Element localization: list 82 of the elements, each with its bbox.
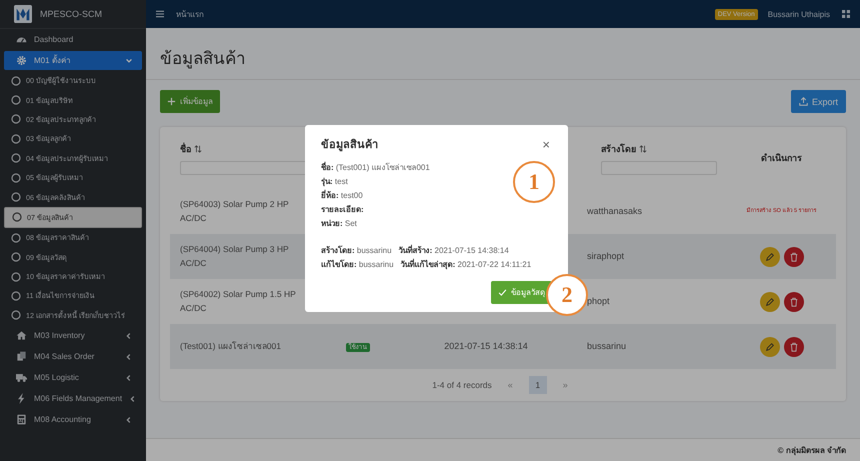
circle-icon — [11, 252, 21, 262]
column-header[interactable]: ชื่อ — [180, 142, 310, 156]
brand-name: MPESCO-SCM — [40, 9, 102, 19]
delete-button[interactable] — [784, 336, 804, 356]
bolt-icon — [16, 393, 27, 404]
breadcrumb-link[interactable]: หน้าแรก — [176, 8, 204, 20]
detail-line: ชื่อ: (Test001) แผงโซล่าเซล001 — [321, 161, 430, 174]
page-button[interactable]: 1 — [528, 376, 547, 394]
circle-icon — [11, 153, 21, 164]
home-icon — [16, 330, 27, 342]
sort-icon[interactable] — [639, 144, 647, 152]
table-cell: (SP64002) Solar Pump 1.5 HP AC/DC — [180, 288, 296, 312]
trash-icon — [788, 296, 798, 306]
circle-icon — [11, 272, 21, 282]
next-page-button[interactable]: » — [556, 379, 574, 391]
pencil-icon — [764, 252, 774, 262]
circle-icon — [11, 290, 21, 301]
sort-icon[interactable] — [194, 144, 202, 152]
circle-icon — [11, 310, 21, 320]
circle-icon — [11, 192, 21, 202]
step-marker: 1 — [513, 161, 555, 203]
circle-icon — [11, 95, 21, 106]
calculator-icon — [16, 414, 27, 426]
menu-icon[interactable] — [156, 10, 164, 18]
detail-line: หน่วย: Set — [321, 218, 357, 230]
gear-icon — [16, 55, 27, 66]
materials-button[interactable]: ข้อมูลวัสดุ — [491, 281, 552, 304]
previous-page-button[interactable]: « — [502, 379, 519, 391]
table-cell: 2021-07-15 14:38:14 — [444, 341, 528, 352]
detail-line: รายละเอียด: — [321, 204, 364, 216]
circle-icon — [11, 172, 21, 183]
circle-icon — [11, 232, 21, 243]
delete-button[interactable] — [784, 292, 804, 312]
truck-icon — [16, 372, 27, 384]
nav-item[interactable]: M06 Fields Management — [4, 389, 142, 408]
table-cell: (SP64003) Solar Pump 2 HP AC/DC — [180, 198, 289, 222]
detail-line: สร้างโดย: bussarinu — [321, 244, 392, 257]
detail-line: แก้ไขโดย: bussarinu — [321, 258, 394, 271]
table-cell: phopt — [587, 296, 610, 306]
table-cell: siraphopt — [587, 251, 624, 262]
detail-line: วันที่แก้ไขล่าสุด: 2021-07-22 14:11:21 — [400, 258, 532, 271]
edit-button[interactable] — [760, 336, 780, 356]
trash-icon — [788, 252, 798, 262]
plus-icon — [167, 97, 176, 106]
edit-button[interactable] — [760, 246, 780, 266]
records-summary: 1-4 of 4 records — [432, 380, 492, 390]
nav-item[interactable]: M05 Logistic — [4, 368, 142, 388]
table-cell: bussarinu — [587, 341, 626, 352]
dialog-title: ข้อมูลสินค้า — [321, 138, 378, 153]
edit-button[interactable] — [760, 292, 780, 312]
check-icon — [498, 288, 507, 297]
detail-line: รุ่น: test — [321, 176, 348, 188]
circle-icon — [11, 114, 21, 124]
pencil-icon — [764, 342, 774, 352]
table-cell: watthanasaks — [587, 206, 642, 216]
circle-icon — [11, 134, 21, 144]
circle-icon — [12, 212, 22, 222]
grid-icon[interactable] — [842, 10, 850, 18]
trash-icon — [788, 342, 798, 352]
delete-button[interactable] — [784, 246, 804, 266]
close-button[interactable]: × — [540, 138, 552, 150]
nav-item[interactable]: M04 Sales Order — [4, 347, 142, 366]
nav-item[interactable]: M01 ตั้งค่า — [4, 51, 142, 70]
nav-item[interactable]: M08 Accounting — [4, 410, 142, 430]
table-cell: (Test001) แผงโซล่าเซล001 — [180, 340, 281, 351]
copyright-text: © กลุ่มมิตรผล จำกัด — [778, 444, 846, 456]
page-title: ข้อมูลสินค้า — [146, 28, 860, 80]
logo-icon — [14, 5, 32, 23]
circle-icon — [11, 76, 21, 86]
detail-line: วันที่สร้าง: 2021-07-15 14:38:14 — [398, 244, 509, 257]
pencil-icon — [764, 296, 774, 306]
add-button[interactable]: เพิ่มข้อมูล — [160, 90, 220, 113]
column-header[interactable]: สร้างโดย — [601, 142, 717, 156]
nav-item[interactable]: Dashboard — [4, 30, 142, 49]
column-header: ดำเนินการ — [761, 152, 802, 165]
detail-line: ยี่ห้อ: test00 — [321, 189, 363, 202]
nav-item[interactable]: M03 Inventory — [4, 326, 142, 346]
upload-icon — [798, 97, 808, 106]
export-button[interactable]: Export — [790, 90, 846, 113]
table-cell: (SP64004) Solar Pump 3 HP AC/DC — [180, 244, 289, 268]
user-name[interactable]: Bussarin Uthaipis — [768, 10, 830, 18]
copy-icon — [16, 351, 27, 362]
